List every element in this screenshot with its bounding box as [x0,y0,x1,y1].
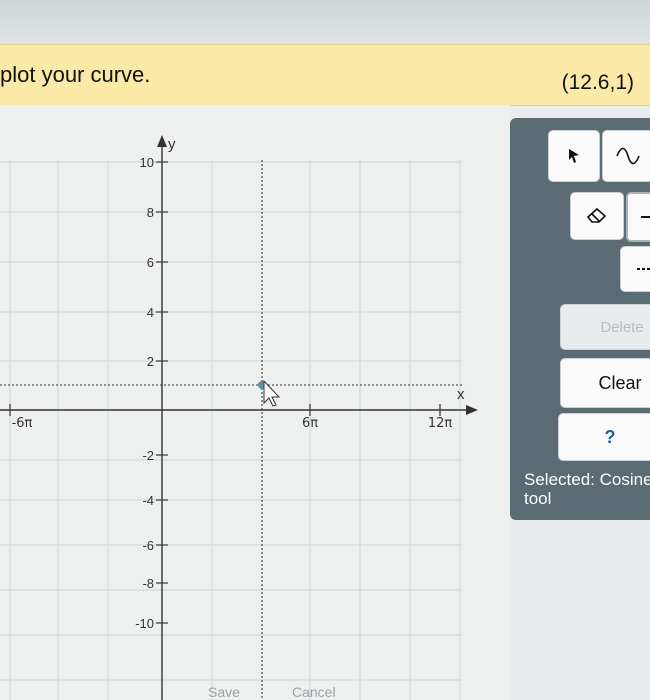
clear-button-label: Clear [598,372,642,393]
dashed-line-icon [637,268,650,270]
tool-panel: Delete Clear ? Selected: Cosine tool [510,118,650,520]
save-button[interactable]: Save [208,684,240,700]
line-tool-button[interactable] [626,192,650,242]
line-segment-icon [641,216,650,218]
cosine-wave-icon [616,147,640,165]
top-strip [0,0,650,44]
y-axis-label: y [168,136,176,153]
y-tick-label: 8 [147,205,154,220]
cosine-tool-button[interactable] [602,130,650,182]
eraser-tool-button[interactable] [570,192,624,240]
clear-button[interactable]: Clear [560,358,650,408]
coordinate-readout: (12.6,1) [561,71,634,94]
graph-canvas[interactable]: y x 10 8 6 4 2 -2 -4 -6 -8 -10 -6π 6π 12… [0,105,510,700]
y-tick-label: -8 [142,576,154,591]
help-button-label: ? [604,426,616,447]
x-tick-label: -6π [12,416,33,431]
instruction-bar: plot your curve. (12.6,1) [0,44,650,106]
y-tick-label: 10 [140,155,154,170]
grid [0,160,462,700]
y-tick-label: -2 [142,448,154,463]
x-tick-label: 12π [428,416,453,431]
y-tick-label: -4 [142,493,154,508]
y-tick-label: 2 [147,354,154,369]
cancel-button[interactable]: Cancel [292,684,336,700]
graph-area[interactable]: y x 10 8 6 4 2 -2 -4 -6 -8 -10 -6π 6π 12… [0,105,510,700]
x-axis-label: x [457,386,465,403]
x-axis-arrow-icon [466,405,478,415]
y-tick-label: 6 [147,255,154,270]
dashed-line-tool-button[interactable] [620,246,650,292]
y-tick-label: -10 [135,616,154,631]
y-tick-label: 4 [147,305,154,320]
arrow-pointer-icon [569,149,579,163]
y-tick-label: -6 [142,538,154,553]
pointer-tool-button[interactable] [548,130,600,182]
help-button[interactable]: ? [558,413,650,461]
eraser-icon [586,207,607,223]
x-tick-label: 6π [302,416,318,431]
instruction-text: plot your curve. [0,62,151,87]
delete-button-label: Delete [600,318,644,336]
y-axis-arrow-icon [157,135,167,147]
selected-tool-text: Selected: Cosine tool [524,470,650,508]
delete-button[interactable]: Delete [560,304,650,350]
